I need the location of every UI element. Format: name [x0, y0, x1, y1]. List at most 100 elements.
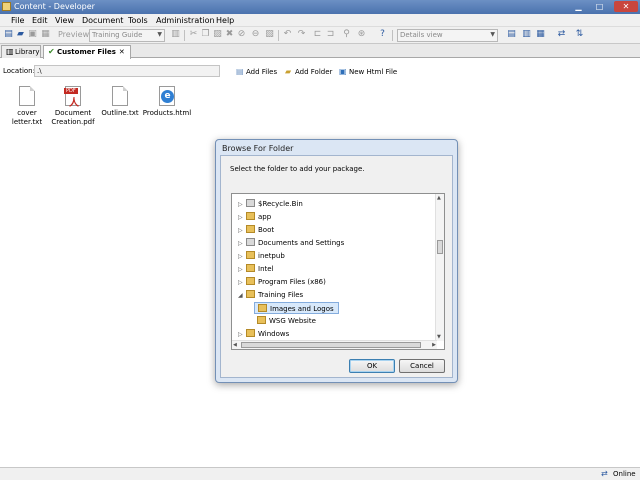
- tree-node[interactable]: ▷ Windows: [238, 328, 289, 340]
- tree-node-label: $Recycle.Bin: [258, 200, 303, 208]
- menu-edit[interactable]: Edit: [32, 16, 48, 25]
- status-bar: ⇄ Online: [0, 467, 640, 480]
- menu-help[interactable]: Help: [216, 16, 234, 25]
- recycle-bin-icon: [246, 199, 255, 207]
- guide-combo-value: Training Guide: [92, 31, 143, 39]
- internet-explorer-icon: e: [161, 90, 174, 103]
- tree-node[interactable]: ▷ $Recycle.Bin: [238, 198, 303, 210]
- tab-strip: ▥Library ✔ Customer Files ✕: [0, 44, 640, 59]
- expand-arrow-icon[interactable]: ▷: [238, 225, 246, 237]
- tree-node-label: Windows: [258, 330, 290, 338]
- list-view-icon[interactable]: ▥: [521, 29, 532, 40]
- redo-icon[interactable]: ↷: [296, 29, 307, 40]
- tree-node[interactable]: ▷ Program Files (x86): [238, 276, 326, 288]
- add-folder-button[interactable]: ▰ Add Folder: [285, 67, 332, 76]
- scroll-left-icon[interactable]: ◀: [233, 342, 237, 348]
- tree-node-label: inetpub: [258, 252, 285, 260]
- open-folder-icon[interactable]: ▰: [15, 29, 26, 40]
- expand-arrow-icon[interactable]: ▷: [238, 251, 246, 263]
- menu-view[interactable]: View: [55, 16, 74, 25]
- tab-customer-files[interactable]: ✔ Customer Files ✕: [43, 45, 131, 59]
- copy-icon[interactable]: ❐: [200, 29, 211, 40]
- view-combo[interactable]: Details view ▼: [397, 29, 498, 42]
- icon-view-icon[interactable]: ▦: [535, 29, 546, 40]
- tree-node[interactable]: ▷ inetpub: [238, 250, 285, 262]
- vertical-scroll-thumb[interactable]: [437, 240, 443, 254]
- expand-arrow-icon[interactable]: ▷: [238, 199, 246, 211]
- maximize-button[interactable]: □: [593, 1, 606, 12]
- scroll-down-icon[interactable]: ▼: [437, 334, 441, 340]
- cut-icon[interactable]: ✂: [188, 29, 199, 40]
- close-tab-icon[interactable]: ✕: [119, 46, 125, 58]
- file-name: Products.html: [142, 109, 192, 117]
- save-icon[interactable]: ▣: [27, 29, 38, 40]
- move-icon[interactable]: ⇄: [556, 29, 567, 40]
- add-folder-label: Add Folder: [295, 68, 333, 76]
- tree-node[interactable]: ▷ app: [238, 211, 271, 223]
- print-icon[interactable]: ▦: [40, 29, 51, 40]
- find-icon[interactable]: ⚲: [341, 29, 352, 40]
- add-files-label: Add Files: [246, 68, 278, 76]
- guide-combo[interactable]: Training Guide ▼: [89, 29, 165, 42]
- undo-icon[interactable]: ↶: [282, 29, 293, 40]
- new-html-file-icon: ▣: [339, 67, 347, 76]
- tree-node-label: Boot: [258, 226, 275, 234]
- tree-node[interactable]: ▷ Documents and Settings: [238, 237, 344, 249]
- menu-document[interactable]: Document: [82, 16, 123, 25]
- tree-node[interactable]: ▷ Intel: [238, 263, 274, 275]
- expand-arrow-icon[interactable]: ▷: [238, 264, 246, 276]
- tree-node-selected[interactable]: Images and Logos: [254, 302, 339, 314]
- add-files-button[interactable]: ▤ Add Files: [236, 67, 277, 76]
- collapse-arrow-icon[interactable]: ◢: [238, 290, 246, 302]
- tree-node-label: WSG Website: [269, 317, 316, 325]
- folder-icon: [246, 264, 255, 272]
- menu-bar: File Edit View Document Tools Administra…: [0, 14, 640, 27]
- delete-icon[interactable]: ✖: [224, 29, 235, 40]
- preview-button[interactable]: Preview: [58, 30, 89, 39]
- sync-icon[interactable]: ⇅: [574, 29, 585, 40]
- indent-icon[interactable]: ⊏: [312, 29, 323, 40]
- settings-icon[interactable]: ▥: [170, 29, 181, 40]
- spellcheck-icon[interactable]: ⊛: [356, 29, 367, 40]
- paste-icon[interactable]: ▨: [212, 29, 223, 40]
- horizontal-scrollbar[interactable]: ◀ ▶: [232, 340, 437, 349]
- help-icon[interactable]: ?: [377, 29, 388, 40]
- ok-button[interactable]: OK: [349, 359, 395, 373]
- link-icon[interactable]: ⊖: [250, 29, 261, 40]
- tree-node-label: Intel: [258, 265, 274, 273]
- tree-node[interactable]: ◢ Training Files: [238, 289, 303, 301]
- chevron-down-icon: ▼: [490, 31, 495, 38]
- expand-arrow-icon[interactable]: ▷: [238, 277, 246, 289]
- close-window-button[interactable]: ✕: [614, 1, 638, 12]
- tree-node[interactable]: ▷ Boot: [238, 224, 274, 236]
- details-view-icon[interactable]: ▤: [506, 29, 517, 40]
- attach-icon[interactable]: ⊘: [236, 29, 247, 40]
- tab-library[interactable]: ▥Library: [1, 45, 41, 58]
- scroll-up-icon[interactable]: ▲: [437, 195, 441, 201]
- folder-icon: [246, 225, 255, 233]
- horizontal-scroll-thumb[interactable]: [241, 342, 421, 348]
- new-html-file-button[interactable]: ▣ New Html File: [339, 67, 397, 76]
- tree-node[interactable]: WSG Website: [254, 315, 316, 327]
- expand-arrow-icon[interactable]: ▷: [238, 238, 246, 250]
- scroll-right-icon[interactable]: ▶: [432, 342, 436, 348]
- new-document-icon[interactable]: ▤: [3, 29, 14, 40]
- expand-arrow-icon[interactable]: ▷: [238, 212, 246, 224]
- folder-icon: [246, 290, 255, 298]
- tree-node-label: Training Files: [258, 291, 304, 299]
- folder-icon: [246, 277, 255, 285]
- location-label: Location:: [3, 67, 35, 75]
- cancel-button[interactable]: Cancel: [399, 359, 445, 373]
- file-item[interactable]: e Products.html: [139, 86, 195, 118]
- properties-icon[interactable]: ▧: [264, 29, 275, 40]
- menu-administration[interactable]: Administration: [156, 16, 215, 25]
- menu-tools[interactable]: Tools: [128, 16, 148, 25]
- location-input[interactable]: .\: [34, 65, 220, 77]
- minimize-button[interactable]: ▁: [572, 1, 585, 12]
- menu-file[interactable]: File: [11, 16, 24, 25]
- tab-library-label: Library: [15, 48, 40, 56]
- dialog-title: Browse For Folder: [222, 144, 294, 153]
- outdent-icon[interactable]: ⊐: [325, 29, 336, 40]
- vertical-scrollbar[interactable]: ▲ ▼: [435, 194, 444, 341]
- toolbar-separator: [278, 30, 279, 41]
